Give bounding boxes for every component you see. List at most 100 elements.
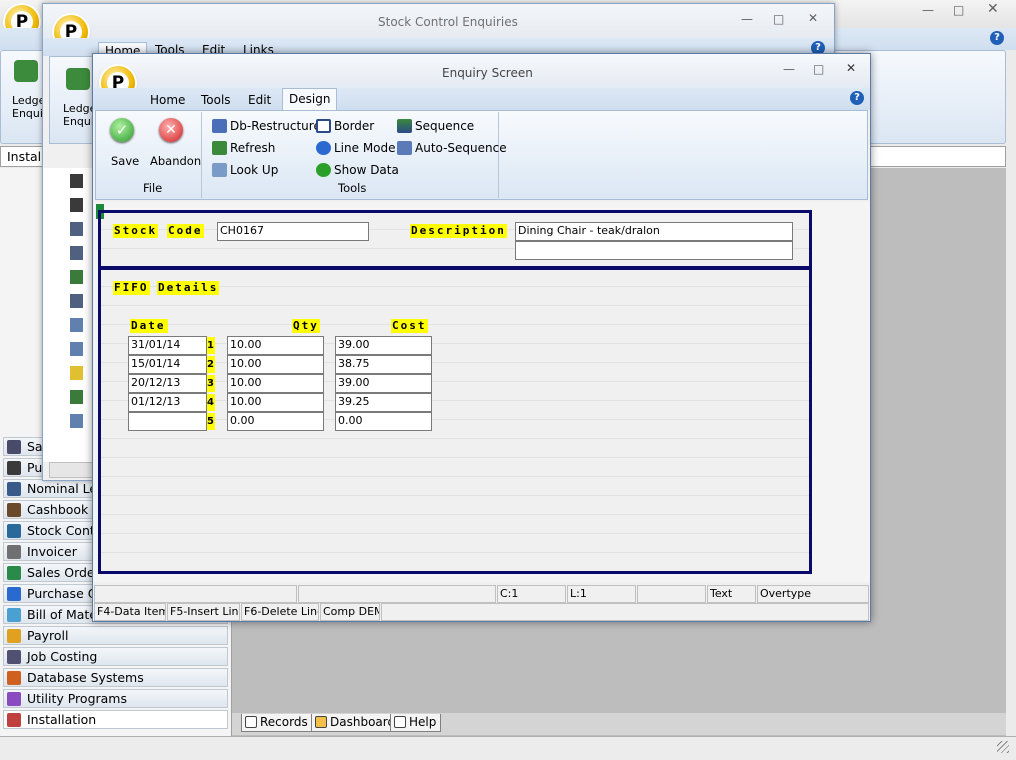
status-insert-mode: Overtype <box>757 585 869 603</box>
date-cell[interactable]: 20/12/13 <box>128 374 207 393</box>
fifo-label: FIFO <box>113 281 150 295</box>
module-payroll[interactable]: Payroll <box>3 626 228 645</box>
cost-cell[interactable]: 39.25 <box>335 393 432 412</box>
enquiry-minimize-icon[interactable]: — <box>783 62 795 76</box>
minimize-icon[interactable]: — <box>922 3 934 17</box>
qty-column-header: Qty <box>292 319 320 333</box>
show-data-icon <box>316 163 331 177</box>
qty-cell[interactable]: 10.00 <box>227 355 324 374</box>
abandon-label: Abandon <box>150 154 202 168</box>
ledger-enquiries-button[interactable]: Ledger Enquiries <box>5 56 63 122</box>
show-data-button[interactable]: Show Data <box>316 163 399 177</box>
qty-cell[interactable]: 10.00 <box>227 393 324 412</box>
db-restructure-button[interactable]: Db-Restructure <box>212 119 321 133</box>
refresh-icon <box>212 141 227 155</box>
sales-ledger-icon <box>7 440 21 454</box>
qty-cell[interactable]: 10.00 <box>227 374 324 393</box>
stock-minimize-icon[interactable]: — <box>741 12 753 26</box>
cost-cell[interactable]: 0.00 <box>335 412 432 431</box>
f4-data-item-key[interactable]: F4-Data Item <box>94 603 166 621</box>
f5-insert-line-key[interactable]: F5-Insert Line <box>167 603 240 621</box>
records-icon <box>245 716 257 728</box>
module-job-costing[interactable]: Job Costing <box>3 647 228 666</box>
module-utility-programs[interactable]: Utility Programs <box>3 689 228 708</box>
module-database-systems[interactable]: Database Systems <box>3 668 228 687</box>
utility-programs-icon <box>7 692 21 706</box>
tree-item-icon <box>70 174 83 188</box>
module-installation[interactable]: Installation <box>3 710 228 729</box>
purchase-order-icon <box>7 587 21 601</box>
auto-sequence-button[interactable]: Auto-Sequence <box>397 141 507 155</box>
description-field-line2[interactable] <box>515 241 793 260</box>
stock-control-icon <box>7 524 21 538</box>
row-number: 1 <box>206 337 215 354</box>
help-search-icon <box>394 716 406 728</box>
enquiry-maximize-icon[interactable]: □ <box>813 62 824 76</box>
look-up-icon <box>212 163 227 177</box>
row-number: 3 <box>206 375 215 392</box>
status-line: L:1 <box>567 585 636 603</box>
module-label: Payroll <box>27 628 69 643</box>
code-label: Code <box>167 224 204 238</box>
enquiry-close-icon[interactable]: ✕ <box>846 61 856 75</box>
date-cell[interactable] <box>128 412 207 431</box>
resize-grip-icon[interactable] <box>997 741 1009 753</box>
tree-item-icon <box>70 318 83 332</box>
line-mode-button[interactable]: Line Mode <box>316 141 396 155</box>
tab-home[interactable]: Home <box>150 93 185 107</box>
payroll-icon <box>7 629 21 643</box>
sales-order-icon <box>7 566 21 580</box>
cost-cell[interactable]: 39.00 <box>335 374 432 393</box>
cost-column-header: Cost <box>391 319 428 333</box>
f6-delete-line-key[interactable]: F6-Delete Line <box>241 603 319 621</box>
qty-cell[interactable]: 0.00 <box>227 412 324 431</box>
row-number: 5 <box>206 413 215 430</box>
stock-code-field[interactable]: CH0167 <box>217 222 369 241</box>
module-label: Job Costing <box>27 649 98 664</box>
date-cell[interactable]: 01/12/13 <box>128 393 207 412</box>
cost-cell[interactable]: 38.75 <box>335 355 432 374</box>
look-up-button[interactable]: Look Up <box>212 163 278 177</box>
status-cell-5 <box>637 585 706 603</box>
tab-edit[interactable]: Edit <box>248 93 271 107</box>
enquiry-window-title: Enquiry Screen <box>442 66 533 80</box>
close-icon[interactable]: ✕ <box>987 1 999 17</box>
dashboard-icon <box>315 716 327 728</box>
qty-cell[interactable]: 10.00 <box>227 336 324 355</box>
tools-group: Db-Restructure Refresh Look Up Border Li… <box>204 112 507 198</box>
save-button[interactable]: ✓ Save <box>104 116 144 168</box>
tree-item-icon <box>70 222 83 236</box>
tree-item-icon <box>70 294 83 308</box>
sequence-icon <box>397 119 412 133</box>
tree-item-icon <box>70 246 83 260</box>
description-field[interactable]: Dining Chair - teak/dralon <box>515 222 793 241</box>
refresh-button[interactable]: Refresh <box>212 141 275 155</box>
date-cell[interactable]: 31/01/14 <box>128 336 207 355</box>
help-icon[interactable]: ? <box>990 31 1004 45</box>
stock-binoculars-icon <box>66 68 90 90</box>
stock-label: Stock <box>113 224 159 238</box>
border-button[interactable]: Border <box>316 119 374 133</box>
tab-dashboard[interactable]: Dashboard <box>311 714 401 732</box>
binoculars-icon <box>14 60 38 82</box>
tab-design[interactable]: Design <box>282 88 338 111</box>
purchase-ledger-icon <box>7 461 21 475</box>
enquiry-help-icon[interactable]: ? <box>850 91 864 105</box>
tree-item-icon <box>70 342 83 356</box>
row-number: 2 <box>206 356 215 373</box>
tab-records[interactable]: Records <box>241 714 313 732</box>
database-systems-icon <box>7 671 21 685</box>
maximize-icon[interactable]: □ <box>953 3 964 17</box>
sequence-button[interactable]: Sequence <box>397 119 474 133</box>
cost-cell[interactable]: 39.00 <box>335 336 432 355</box>
tab-tools[interactable]: Tools <box>201 93 231 107</box>
stock-maximize-icon[interactable]: □ <box>773 12 784 26</box>
job-costing-icon <box>7 650 21 664</box>
module-label: Invoicer <box>27 544 77 559</box>
tab-dashboard-label: Dashboard <box>330 715 396 729</box>
border-icon <box>316 119 331 133</box>
abandon-button[interactable]: ✕ Abandon <box>147 116 202 168</box>
date-cell[interactable]: 15/01/14 <box>128 355 207 374</box>
stock-close-icon[interactable]: ✕ <box>808 11 818 25</box>
tab-help[interactable]: Help <box>390 714 442 732</box>
